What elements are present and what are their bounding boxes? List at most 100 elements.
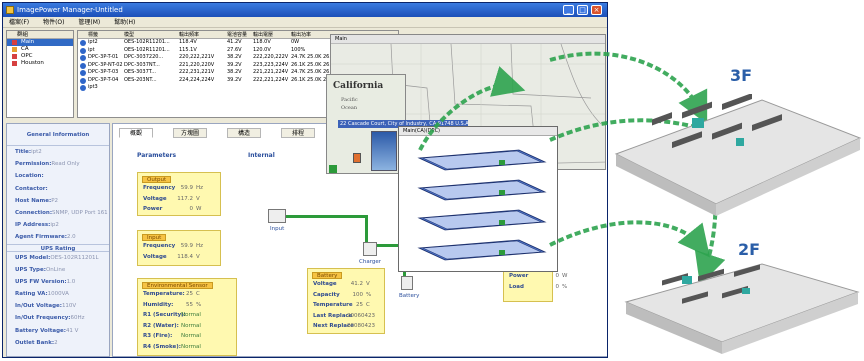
table-cell: 38.2V (227, 69, 242, 75)
status-icon (80, 62, 86, 69)
input-node-label: Input (270, 226, 285, 232)
info-value: 41 V (65, 327, 79, 334)
menu-manage[interactable]: 管理(M) (78, 19, 100, 26)
table-cell: 115.1V (179, 46, 197, 53)
info-row: Location: (7, 170, 109, 182)
close-button[interactable]: × (591, 5, 602, 15)
table-cell: 120.0V (253, 46, 271, 53)
table-cell: OES-203NT... (124, 76, 157, 83)
parameter-row: Humidity: 55% (138, 300, 236, 311)
menu-object[interactable]: 物件(O) (43, 19, 64, 26)
info-label: In/Out Voltage: (15, 303, 62, 310)
info-row: UPS Model:OES-102R11201L (7, 252, 109, 264)
table-cell: 223,223,224V (253, 61, 289, 68)
tree-item-label: Main (21, 39, 35, 45)
parameter-row: R3 (Fire): Normal (138, 331, 236, 342)
table-cell: OES-3037T... (124, 69, 157, 75)
info-value: P2 (51, 197, 59, 204)
maximize-button[interactable]: □ (577, 5, 588, 15)
table-cell: DPC-3P-NT-02 (88, 61, 123, 68)
table-cell: 221,221,224V (253, 69, 289, 75)
table-cell: 118.0V (253, 39, 271, 45)
info-value: 60Hz (70, 315, 85, 322)
table-cell: 41.2V (227, 39, 242, 45)
menu-file[interactable]: 檔案(F) (9, 19, 29, 26)
info-value: SNMP, UDP Port 161 (52, 209, 108, 216)
table-cell: ipt (88, 46, 95, 53)
table-cell: 39.2V (227, 61, 242, 68)
tree-item-label: OPC (21, 53, 33, 59)
tree-item-ca[interactable]: CA (7, 46, 73, 53)
info-label: Host Name: (15, 197, 52, 204)
group-icon (12, 40, 17, 45)
output-box-title: Output (142, 176, 172, 183)
floor-label-3f: 3F (730, 66, 753, 85)
info-row: Battery Voltage:41 V (7, 325, 109, 337)
title-bar[interactable]: ImagePower Manager-Untitled _ □ × (3, 3, 607, 17)
tree-item-main[interactable]: Main (7, 39, 73, 46)
column-header[interactable]: 輸出電壓 (251, 31, 289, 39)
table-cell: 118.4V (179, 39, 197, 45)
tab-block-diagram[interactable]: 方塊圖 (173, 128, 207, 138)
parameter-row: Power 0 W (138, 204, 220, 215)
column-header[interactable]: 輸出頻率 (177, 31, 225, 39)
ups-rating-list: UPS Model:OES-102R11201L UPS Type:OnLine U… (7, 252, 109, 350)
minimize-button[interactable]: _ (563, 5, 574, 15)
info-label: Title: (15, 149, 32, 155)
table-cell: ipt3 (88, 84, 98, 90)
general-info-panel: General Information Title:ipt2 Permission… (6, 123, 110, 357)
tree-item-label: CA (21, 46, 29, 52)
info-label: Connection: (15, 209, 53, 216)
column-header[interactable]: 標籤 (86, 31, 122, 39)
tree-item-opc[interactable]: OPC (7, 53, 73, 60)
group-icon (12, 47, 17, 52)
parameter-unit: C (196, 291, 200, 297)
info-label: IP Address: (15, 222, 51, 229)
panel-title: General Information (7, 124, 109, 146)
column-header[interactable]: 電池容量 (225, 31, 251, 39)
status-icon (80, 47, 86, 54)
group-tree: 群組 Main CA OPC Houston (6, 30, 74, 118)
tab-schedule[interactable]: 排程 (281, 128, 315, 138)
info-label: Outlet Bank: (15, 339, 55, 346)
info-row: Outlet Bank:2 (7, 337, 109, 349)
ups-rating-header: UPS Rating (7, 243, 109, 252)
tree-item-label: Houston (21, 60, 44, 66)
menu-help[interactable]: 幫助(H) (114, 19, 135, 26)
tab-structure[interactable]: 構造 (227, 128, 261, 138)
info-value: 2 (54, 339, 58, 346)
info-row: In/Out Voltage:110V (7, 300, 109, 312)
table-cell: 220,222,221V (179, 54, 215, 60)
info-value: OnLine (45, 266, 66, 273)
input-node-icon[interactable] (268, 209, 286, 223)
input-box-title: Input (142, 234, 167, 241)
table-cell: 222,221,224V (253, 76, 289, 83)
parameter-row: Frequency 59.9 Hz (138, 183, 220, 194)
parameter-label: Power (143, 206, 163, 212)
parameter-label: Next Replace (313, 323, 354, 329)
info-label: UPS FW Version: (15, 278, 67, 285)
group-icon (12, 54, 17, 59)
info-label: Permission: (15, 161, 52, 168)
parameter-label: Frequency (143, 243, 176, 249)
info-value: ipt2 (31, 149, 42, 155)
column-header[interactable]: 模型 (122, 31, 177, 39)
parameter-unit: Hz (196, 243, 204, 249)
info-value: 2.0 (66, 234, 76, 241)
table-cell: OES-102R11201... (124, 46, 170, 53)
info-row: IP Address:ip2 (7, 219, 109, 231)
table-cell: DPC-3P-T-03 (88, 69, 119, 75)
env-box-title: Environmental Sensor (142, 282, 213, 289)
parameter-label: Voltage (143, 195, 167, 202)
tree-item-houston[interactable]: Houston (7, 60, 73, 67)
status-icon (80, 77, 86, 84)
table-cell: 27.6V (227, 46, 242, 53)
info-value: ip2 (50, 222, 59, 229)
tab-overview[interactable]: 概觀 (119, 128, 153, 138)
info-row: Contactor: (7, 183, 109, 195)
parameter-label: R1 (Security): (143, 312, 186, 318)
parameter-value: 59.9 (180, 243, 193, 249)
table-cell: 39.2V (227, 76, 242, 83)
window-title: ImagePower Manager-Untitled (17, 6, 123, 14)
parameter-value: 20080423 (347, 323, 375, 329)
